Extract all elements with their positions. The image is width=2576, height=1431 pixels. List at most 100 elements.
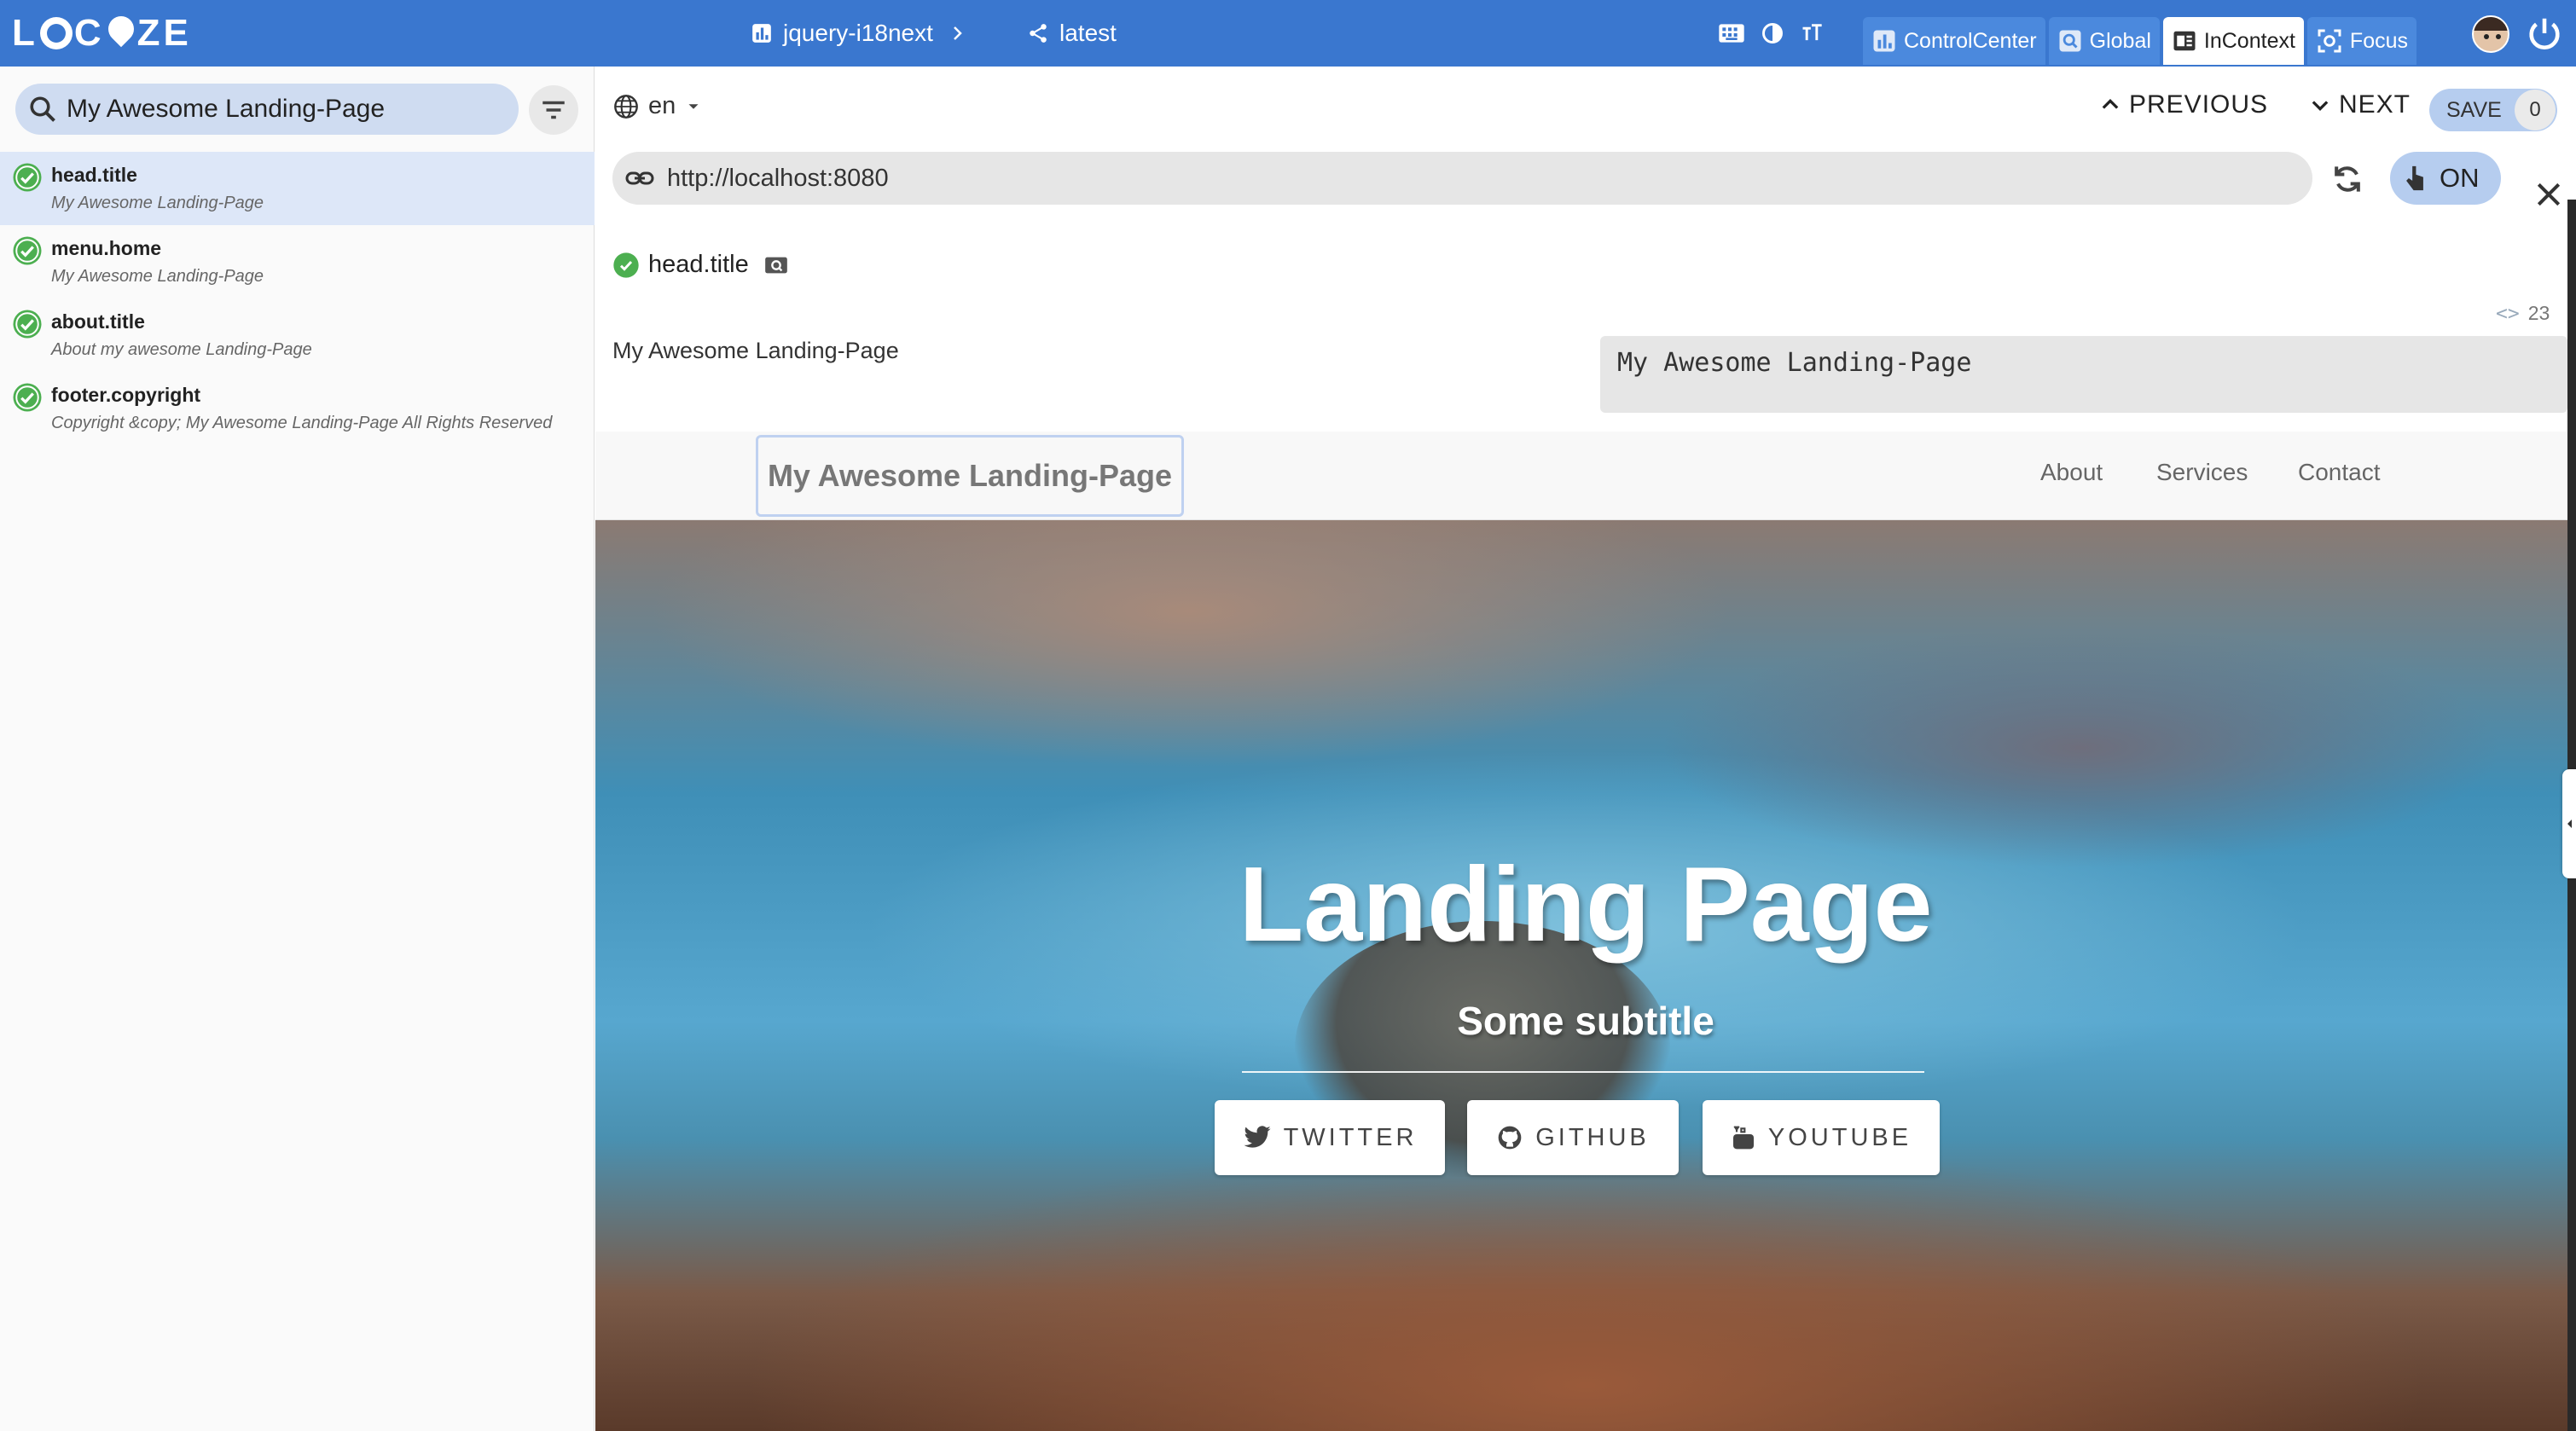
search-box[interactable]: [15, 84, 519, 135]
keyboard-icon[interactable]: [1718, 21, 1745, 45]
tab-focus[interactable]: Focus: [2306, 17, 2417, 65]
list-item[interactable]: footer.copyright Copyright &copy; My Awe…: [0, 372, 595, 445]
language-selector[interactable]: en: [612, 92, 711, 120]
key-value: My Awesome Landing-Page: [51, 267, 264, 286]
key-value: Copyright &copy; My Awesome Landing-Page…: [51, 414, 553, 432]
twitter-icon: [1243, 1126, 1271, 1148]
previous-label: PREVIOUS: [2129, 90, 2269, 119]
tab-incontext[interactable]: InContext: [2162, 17, 2304, 65]
locize-logo[interactable]: L C ZE: [12, 10, 192, 56]
char-count-value: 23: [2527, 302, 2550, 324]
preview-brand-highlighted[interactable]: My Awesome Landing-Page: [756, 435, 1184, 517]
project-selector[interactable]: jquery-i18next: [751, 0, 978, 67]
translation-textarea[interactable]: My Awesome Landing-Page: [1600, 336, 2567, 413]
save-button[interactable]: SAVE 0: [2429, 89, 2557, 131]
filter-button[interactable]: [529, 85, 578, 135]
refresh-icon[interactable]: [2329, 160, 2366, 198]
language-value: en: [648, 92, 676, 119]
chevron-down-icon: [2312, 101, 2329, 111]
hero-title[interactable]: Landing Page: [595, 844, 2576, 965]
incontext-toggle[interactable]: ON: [2390, 152, 2501, 205]
list-item[interactable]: about.title About my awesome Landing-Pag…: [0, 298, 595, 372]
key-list: head.title My Awesome Landing-Page menu.…: [0, 152, 595, 445]
touch-icon: [2406, 165, 2423, 191]
url-bar[interactable]: [612, 152, 2312, 205]
key-name: about.title: [51, 310, 145, 333]
site-preview: My Awesome Landing-Page About Services C…: [595, 432, 2576, 1431]
char-count: <> 23: [2496, 302, 2550, 325]
check-circle-icon: [13, 383, 42, 412]
main-panel: en PREVIOUS NEXT SAVE 0 ON head.title <>…: [595, 67, 2576, 1431]
chevron-left-icon: [2567, 820, 2572, 828]
check-circle-icon: [13, 310, 42, 339]
list-item[interactable]: head.title My Awesome Landing-Page: [0, 152, 595, 225]
focus-icon: [2318, 29, 2341, 53]
hero-subtitle[interactable]: Some subtitle: [595, 998, 2576, 1044]
github-label: GITHUB: [1535, 1123, 1650, 1151]
preview-navbar: My Awesome Landing-Page About Services C…: [595, 432, 2576, 520]
twitter-label: TWITTER: [1283, 1123, 1418, 1151]
screenshot-icon[interactable]: [764, 255, 788, 275]
editor-key-name: head.title: [648, 251, 749, 278]
key-name: head.title: [51, 164, 137, 186]
key-value: About my awesome Landing-Page: [51, 340, 312, 359]
source-text: My Awesome Landing-Page: [612, 338, 899, 363]
tab-label: ControlCenter: [1904, 28, 2037, 53]
side-collapse-tab[interactable]: [2562, 769, 2576, 878]
text-size-icon[interactable]: [1800, 21, 1824, 45]
tab-label: Global: [2089, 28, 2151, 53]
key-value: My Awesome Landing-Page: [51, 194, 264, 212]
youtube-button[interactable]: YOUTUBE: [1703, 1100, 1940, 1175]
search-input[interactable]: [65, 94, 508, 125]
next-button[interactable]: NEXT: [2308, 90, 2411, 119]
check-circle-icon: [13, 163, 42, 192]
editor-key-title: head.title: [612, 251, 797, 279]
hero-divider: [1242, 1071, 1924, 1073]
project-name: jquery-i18next: [783, 20, 933, 46]
project-chart-icon: [752, 24, 771, 43]
sidebar: head.title My Awesome Landing-Page menu.…: [0, 67, 595, 1431]
caret-down-icon: [688, 103, 699, 109]
version-name: latest: [1059, 20, 1117, 46]
tab-global[interactable]: Global: [2048, 17, 2160, 65]
twitter-button[interactable]: TWITTER: [1215, 1100, 1445, 1175]
theme-contrast-icon[interactable]: [1761, 21, 1784, 45]
github-button[interactable]: GITHUB: [1467, 1100, 1679, 1175]
preview-nav-contact[interactable]: Contact: [2298, 459, 2381, 486]
close-icon[interactable]: [2532, 177, 2566, 211]
pin-icon: [107, 16, 136, 50]
code-icon: <>: [2496, 302, 2520, 325]
save-count-badge: 0: [2515, 90, 2556, 130]
search-box-icon: [2059, 30, 2081, 52]
tab-controlcenter[interactable]: ControlCenter: [1863, 17, 2045, 65]
globe-icon: [614, 94, 638, 119]
power-icon[interactable]: [2525, 14, 2564, 53]
logo-letters-ze: ZE: [136, 12, 192, 54]
share-icon: [1030, 24, 1047, 43]
key-name: menu.home: [51, 237, 162, 259]
version-selector[interactable]: latest: [1027, 0, 1117, 67]
next-label: NEXT: [2339, 90, 2411, 119]
list-item[interactable]: menu.home My Awesome Landing-Page: [0, 225, 595, 298]
link-icon: [625, 171, 654, 185]
previous-button[interactable]: PREVIOUS: [2098, 90, 2268, 119]
chevron-right-icon: [953, 26, 962, 40]
check-circle-icon: [13, 236, 42, 265]
chevron-up-icon: [2102, 99, 2119, 109]
key-name: footer.copyright: [51, 384, 201, 406]
preview-nav-services[interactable]: Services: [2156, 459, 2248, 486]
chart-icon: [1873, 30, 1895, 52]
save-label: SAVE: [2446, 97, 2502, 122]
github-icon: [1498, 1126, 1522, 1150]
tab-label: InContext: [2203, 28, 2295, 53]
avatar[interactable]: [2472, 15, 2509, 53]
topbar-tools: [1718, 0, 1824, 67]
youtube-label: YOUTUBE: [1767, 1123, 1912, 1151]
globe-icon: [39, 17, 73, 49]
search-icon: [30, 96, 55, 122]
preview-nav-about[interactable]: About: [2040, 459, 2103, 486]
tab-label: Focus: [2349, 28, 2409, 53]
url-input[interactable]: [665, 163, 2286, 194]
logo-letter-c: C: [73, 12, 105, 54]
toggle-label: ON: [2440, 163, 2480, 193]
